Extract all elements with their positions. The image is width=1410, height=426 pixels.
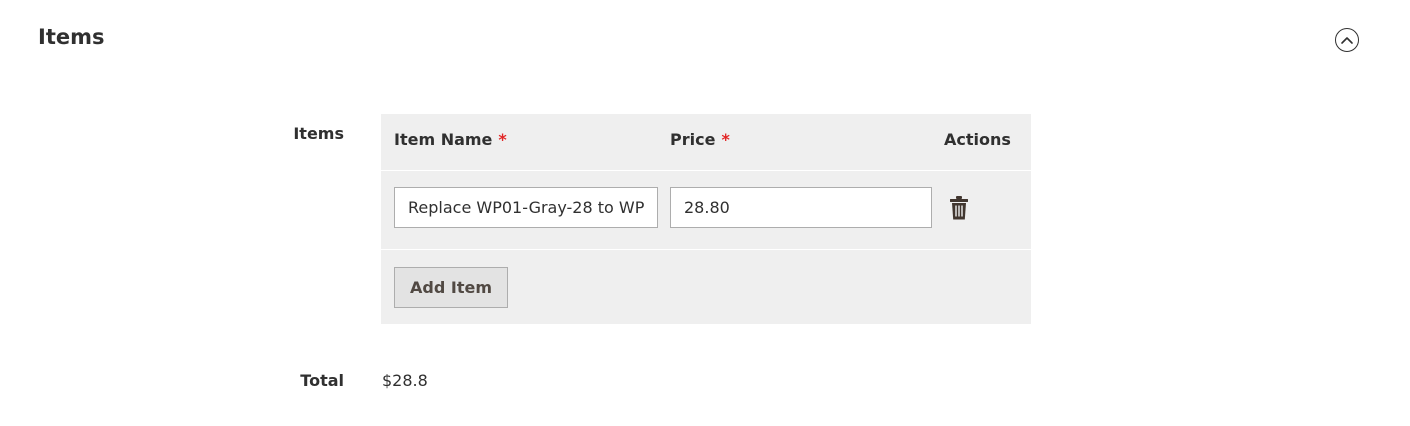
required-marker: *	[721, 130, 730, 149]
chevron-up-icon	[1340, 36, 1354, 45]
items-field-label: Items	[293, 124, 344, 143]
add-item-button[interactable]: Add Item	[394, 267, 508, 308]
item-price-input[interactable]	[670, 187, 932, 228]
row-divider	[381, 249, 1031, 250]
column-header-price-label: Price	[670, 130, 716, 149]
total-label: Total	[300, 371, 344, 390]
section-title: Items	[38, 25, 105, 49]
collapse-toggle-button[interactable]	[1335, 28, 1359, 52]
grid-header: Item Name * Price * Actions	[381, 114, 1031, 170]
required-marker: *	[498, 130, 507, 149]
delete-row-button[interactable]	[948, 195, 970, 221]
item-name-input[interactable]	[394, 187, 658, 228]
column-header-price: Price *	[670, 130, 730, 149]
column-header-item-name-label: Item Name	[394, 130, 493, 149]
trash-icon	[948, 196, 970, 225]
column-header-actions: Actions	[944, 130, 1011, 149]
row-divider	[381, 170, 1031, 171]
column-header-item-name: Item Name *	[394, 130, 507, 149]
total-value: $28.8	[382, 371, 428, 390]
items-grid: Item Name * Price * Actions Add Item	[381, 114, 1031, 324]
